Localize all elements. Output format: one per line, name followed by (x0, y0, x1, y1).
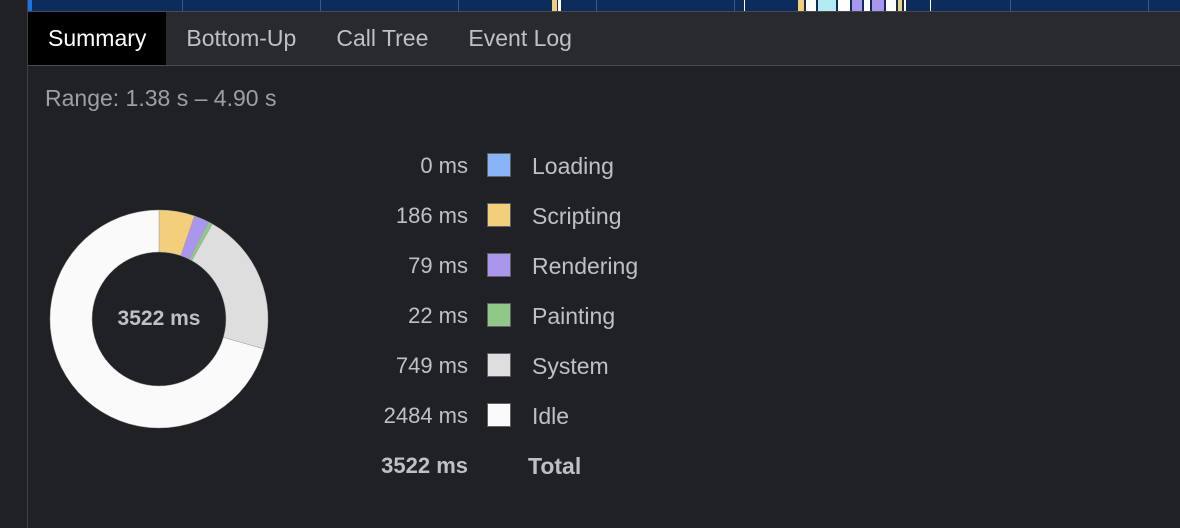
summary-panel: Summary Bottom-Up Call Tree Event Log Ra… (28, 12, 1180, 528)
legend-label: Rendering (532, 253, 639, 279)
timeline-activity (558, 0, 561, 11)
tab-event-log[interactable]: Event Log (448, 12, 592, 65)
legend-value: 22 ms (408, 303, 468, 328)
timeline-activity (744, 0, 745, 11)
timeline-edge (28, 0, 32, 11)
legend-total-value: 3522 ms (381, 453, 468, 478)
legend-swatch-idle (487, 403, 511, 427)
legend-swatch-system (487, 353, 511, 377)
legend-total-label: Total (528, 453, 582, 479)
legend-label: Loading (532, 153, 614, 179)
timeline-activity (852, 0, 862, 11)
timeline-activity (552, 0, 557, 11)
legend-label: System (532, 353, 609, 379)
timeline-gridline (320, 0, 321, 11)
legend-value: 79 ms (408, 253, 468, 278)
legend-swatch-loading (487, 153, 511, 177)
timeline-activity (904, 0, 906, 11)
tab-bottom-up[interactable]: Bottom-Up (166, 12, 316, 65)
timeline-activity (930, 0, 931, 11)
timeline-gridline (1148, 0, 1149, 11)
legend-value: 0 ms (420, 153, 468, 178)
timeline-activity (864, 0, 870, 11)
legend-swatch-painting (487, 303, 511, 327)
legend-value: 749 ms (395, 353, 468, 378)
timeline-activity (872, 0, 884, 11)
timeline-gridline (182, 0, 183, 11)
legend-value: 2484 ms (383, 403, 468, 428)
donut-slices (49, 209, 269, 429)
timeline-activity (818, 0, 836, 11)
tab-summary[interactable]: Summary (28, 12, 167, 65)
donut-slice-system (191, 223, 269, 350)
tab-call-tree[interactable]: Call Tree (316, 12, 448, 65)
timeline-gridline (734, 0, 735, 11)
timeline-activity (798, 0, 804, 11)
timeline-activity (898, 0, 902, 11)
legend-value: 186 ms (395, 203, 468, 228)
timeline-gridline (458, 0, 459, 11)
details-tabbar: Summary Bottom-Up Call Tree Event Log (28, 12, 1180, 66)
range-label: Range: 1.38 s – 4.90 s (45, 85, 277, 111)
legend-swatch-scripting (487, 203, 511, 227)
legend-label: Idle (532, 403, 570, 429)
legend-label: Painting (532, 303, 616, 329)
timeline-activity (838, 0, 850, 11)
legend-swatch-rendering (487, 253, 511, 277)
left-gutter (0, 0, 28, 528)
timeline-gridline (1010, 0, 1011, 11)
timeline-overview[interactable] (28, 0, 1180, 12)
summary-donut-chart (49, 209, 269, 429)
timeline-activity (886, 0, 896, 11)
timeline-gridline (596, 0, 597, 11)
legend-label: Scripting (532, 203, 622, 229)
timeline-activity (806, 0, 816, 11)
